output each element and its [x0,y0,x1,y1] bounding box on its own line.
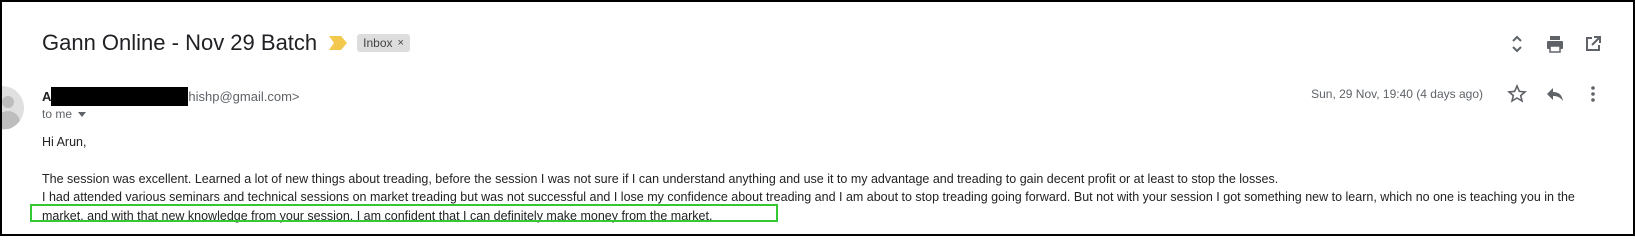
avatar-icon[interactable] [2,86,24,130]
subject-row: Gann Online - Nov 29 Batch Inbox × [42,30,410,56]
recipient-label[interactable]: to me [42,107,72,121]
redaction-block [51,87,189,106]
message-actions: Sun, 29 Nov, 19:40 (4 days ago) [1311,84,1603,104]
recipient-row[interactable]: to me [42,107,87,121]
thread-actions [1507,34,1603,54]
expand-collapse-icon[interactable] [1507,34,1527,54]
greeting: Hi Arun, [42,135,87,149]
print-icon[interactable] [1545,34,1565,54]
reply-icon[interactable] [1545,84,1565,104]
highlight-annotation [30,204,778,222]
important-marker-icon[interactable] [329,36,348,50]
more-vertical-icon[interactable] [1583,84,1603,104]
message-date: Sun, 29 Nov, 19:40 (4 days ago) [1311,87,1483,101]
sender-row: A hishp@gmail.com> [42,87,300,106]
email-subject: Gann Online - Nov 29 Batch [42,30,318,55]
label-chip-inbox[interactable]: Inbox × [357,34,410,52]
remove-label-icon[interactable]: × [398,37,404,49]
label-chip-text: Inbox [363,36,393,50]
open-in-new-window-icon[interactable] [1583,34,1603,54]
sender-name[interactable]: A [42,89,51,104]
sender-email: hishp@gmail.com> [188,89,300,104]
star-icon[interactable] [1507,84,1527,104]
email-view: Gann Online - Nov 29 Batch Inbox × A his… [0,0,1635,236]
chevron-down-icon[interactable] [78,111,87,117]
body-paragraph-1: The session was excellent. Learned a lot… [42,171,1279,186]
